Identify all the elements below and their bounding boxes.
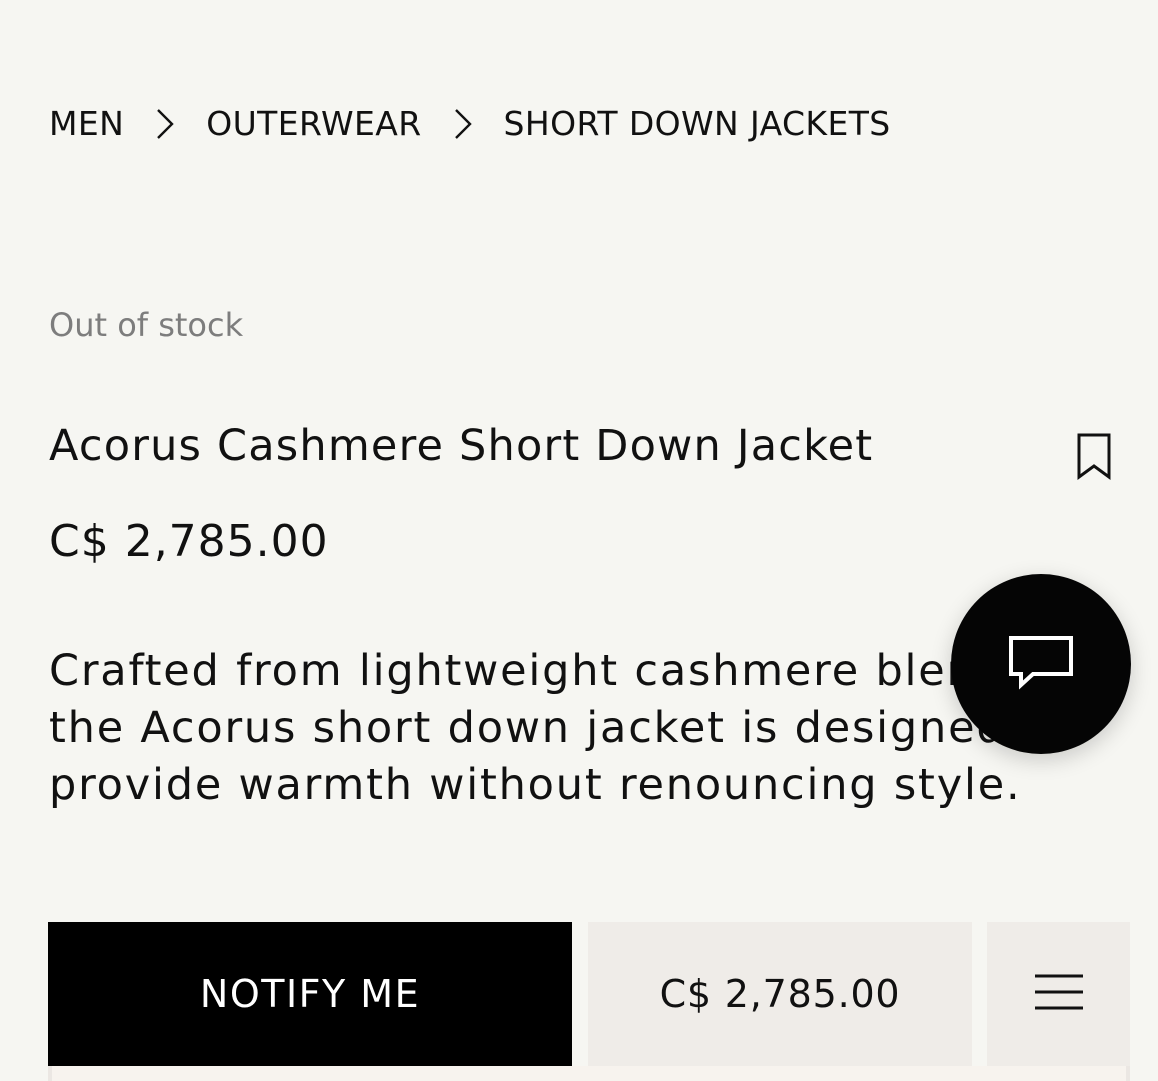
breadcrumb-outerwear[interactable]: OUTERWEAR — [206, 100, 421, 148]
menu-icon — [1034, 972, 1084, 1016]
bottom-price: C$ 2,785.00 — [588, 922, 972, 1066]
bottom-action-bar: NOTIFY ME C$ 2,785.00 — [48, 922, 1130, 1081]
bookmark-icon[interactable] — [1076, 432, 1112, 480]
chevron-right-icon — [150, 100, 180, 148]
breadcrumb-men[interactable]: MEN — [49, 100, 124, 148]
breadcrumb-short-down-jackets[interactable]: SHORT DOWN JACKETS — [504, 100, 891, 148]
chat-icon — [1007, 634, 1075, 694]
menu-button[interactable] — [987, 922, 1130, 1066]
product-title: Acorus Cashmere Short Down Jacket — [49, 421, 874, 471]
chat-button[interactable] — [951, 574, 1131, 754]
chevron-right-icon — [448, 100, 478, 148]
notify-me-button[interactable]: NOTIFY ME — [48, 922, 572, 1066]
product-price: C$ 2,785.00 — [49, 516, 329, 567]
bottom-strip-inner — [52, 1066, 1126, 1081]
product-description: Crafted from lightweight cashmere blend,… — [49, 646, 1068, 810]
breadcrumb: MEN OUTERWEAR SHORT DOWN JACKETS — [49, 100, 891, 148]
bottom-strip — [48, 1066, 1130, 1081]
stock-status: Out of stock — [49, 306, 244, 344]
